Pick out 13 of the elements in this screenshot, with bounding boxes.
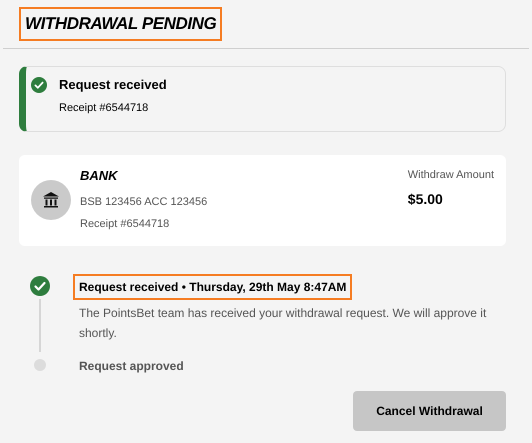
cancel-withdrawal-button[interactable]: Cancel Withdrawal bbox=[353, 390, 506, 430]
step-title: Request received • Thursday, 29th May 8:47AM bbox=[75, 276, 350, 298]
receipt-number: Receipt #6544718 bbox=[80, 216, 170, 232]
bank-icon bbox=[31, 180, 71, 220]
account-details: BSB 123456 ACC 123456 bbox=[80, 195, 208, 210]
status-title: Request received bbox=[59, 76, 167, 94]
step-description: The PointsBet team has received your withdrawal request. We will approve it shortly. bbox=[79, 304, 488, 342]
amount-value: $5.00 bbox=[408, 190, 444, 209]
page-title: WITHDRAWAL PENDING bbox=[21, 9, 220, 38]
amount-label: Withdraw Amount bbox=[408, 168, 494, 182]
receipt-number: Receipt #6544718 bbox=[59, 101, 150, 116]
step-title: Request approved bbox=[78, 358, 185, 374]
method-name: BANK bbox=[80, 166, 119, 184]
